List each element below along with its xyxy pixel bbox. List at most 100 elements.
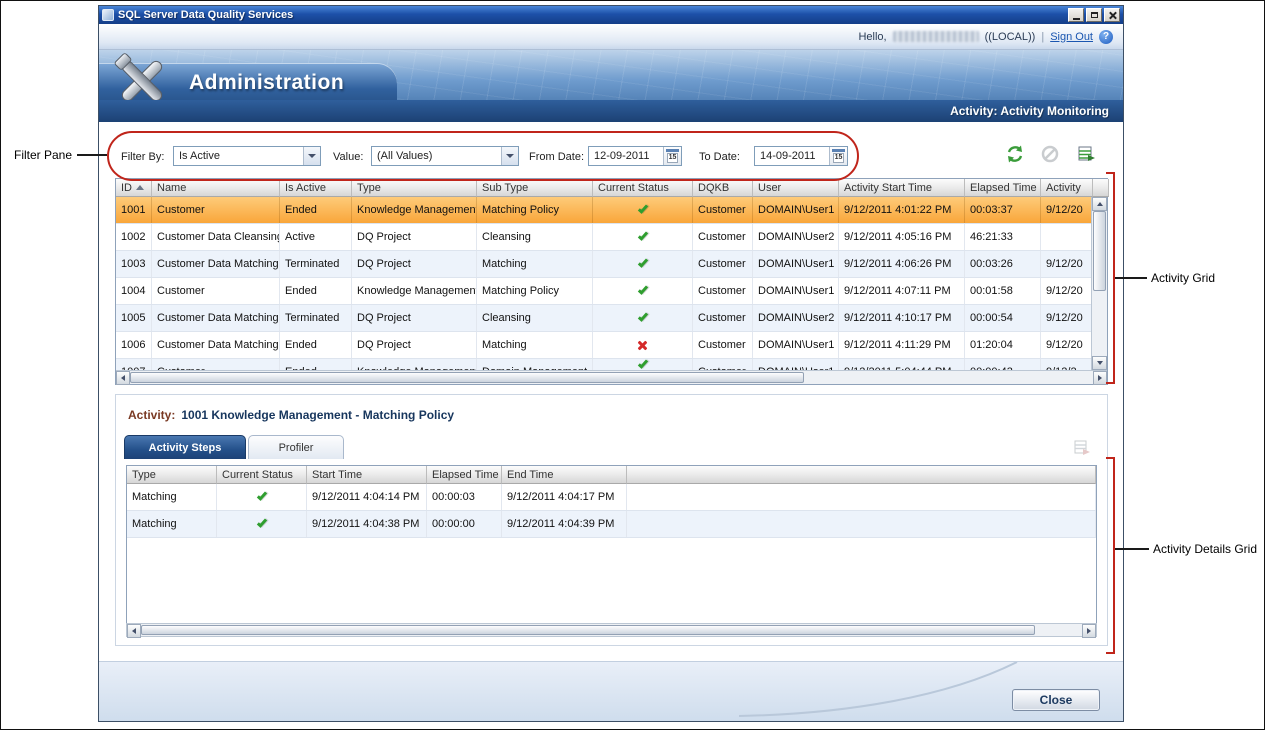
column-header-elapsed[interactable]: Elapsed Time [965,179,1041,197]
activity-grid-horizontal-scrollbar[interactable] [116,370,1107,384]
help-icon[interactable]: ? [1099,30,1113,44]
column-header-dqkb[interactable]: DQKB [693,179,753,197]
close-button[interactable]: Close [1012,689,1100,711]
column-header-label: Current Status [222,469,293,481]
from-date-field[interactable]: 12-09-2011 15 [588,146,682,166]
cell-type: Knowledge Management [352,278,477,304]
hello-label: Hello, [858,31,886,43]
cell-name: Customer [152,359,280,370]
value-label: Value: [333,151,363,163]
column-header-status[interactable]: Current Status [217,466,307,484]
activity-row[interactable]: 1005Customer Data MatchingTerminatedDQ P… [116,305,1091,332]
cell-sub_type: Matching [477,251,593,277]
activity-row[interactable]: 1007CustomerEndedKnowledge ManagementDom… [116,359,1091,370]
column-header-type[interactable]: Type [127,466,217,484]
column-header-end[interactable]: Activity [1041,179,1093,197]
activity-row[interactable]: 1002Customer Data CleansingActiveDQ Proj… [116,224,1091,251]
cell-sub_type: Domain Management [477,359,593,370]
scroll-thumb[interactable] [130,372,804,383]
close-window-button[interactable] [1104,8,1120,22]
filter-by-value: Is Active [179,150,303,162]
cell-filler [627,511,1096,537]
column-header-start_time[interactable]: Start Time [307,466,427,484]
tab-activity-steps[interactable]: Activity Steps [124,435,246,459]
scroll-up-button[interactable] [1092,197,1107,211]
column-header-name[interactable]: Name [152,179,280,197]
scroll-track[interactable] [141,624,1082,636]
refresh-icon[interactable] [1004,143,1026,165]
column-header-user[interactable]: User [753,179,839,197]
export-steps-icon[interactable] [1073,439,1091,460]
cell-start_time: 9/12/2011 4:07:11 PM [839,278,965,304]
column-header-id[interactable]: ID [116,179,152,197]
activity-grid-rows: 1001CustomerEndedKnowledge ManagementMat… [116,197,1091,370]
scroll-left-button[interactable] [127,624,141,638]
cell-type: Knowledge Management [352,197,477,223]
cell-dqkb: Customer [693,224,753,250]
column-header-type[interactable]: Type [352,179,477,197]
cell-end_time: 9/12/2011 4:04:39 PM [502,511,627,537]
filter-by-dropdown[interactable]: Is Active [173,146,321,166]
status-ok-icon [256,517,266,528]
cell-type: DQ Project [352,332,477,358]
cell-status [593,305,693,331]
cell-end: 9/12/20 [1041,332,1091,358]
scroll-right-button[interactable] [1082,624,1096,638]
cell-status [217,511,307,537]
chevron-down-icon[interactable] [303,147,320,165]
sign-out-link[interactable]: Sign Out [1050,31,1093,43]
column-header-filler [627,466,1096,484]
activity-step-row[interactable]: Matching9/12/2011 4:04:14 PM00:00:039/12… [127,484,1096,511]
status-ok-icon [637,257,647,268]
column-header-elapsed[interactable]: Elapsed Time [427,466,502,484]
activity-row[interactable]: 1003Customer Data MatchingTerminatedDQ P… [116,251,1091,278]
cell-elapsed: 00:03:37 [965,197,1041,223]
cell-start_time: 9/12/2011 4:11:29 PM [839,332,965,358]
minimize-button[interactable] [1068,8,1084,22]
activity-grid-vertical-scrollbar[interactable] [1091,197,1107,370]
scroll-thumb[interactable] [1093,211,1106,291]
to-date-field[interactable]: 14-09-2011 15 [754,146,848,166]
export-icon[interactable] [1075,143,1097,165]
cell-start_time: 9/12/2011 4:06:26 PM [839,251,965,277]
value-dropdown[interactable]: (All Values) [371,146,519,166]
column-header-label: Is Active [285,182,326,194]
cell-elapsed: 00:00:43 [965,359,1041,370]
cell-id: 1001 [116,197,152,223]
cell-dqkb: Customer [693,305,753,331]
scroll-right-button[interactable] [1093,371,1107,385]
cell-status [217,484,307,510]
activity-row[interactable]: 1006Customer Data MatchingEndedDQ Projec… [116,332,1091,359]
content-panel: Filter By: Is Active Value: (All Values)… [99,122,1123,662]
filter-by-label: Filter By: [121,151,164,163]
scroll-down-button[interactable] [1092,356,1107,370]
calendar-icon[interactable]: 15 [663,147,681,165]
restore-button[interactable] [1086,8,1102,22]
banner: Administration Activity: Activity Monito… [99,50,1123,122]
cell-id: 1003 [116,251,152,277]
cell-type: DQ Project [352,251,477,277]
column-header-end_time[interactable]: End Time [502,466,627,484]
activity-row[interactable]: 1001CustomerEndedKnowledge ManagementMat… [116,197,1091,224]
cell-dqkb: Customer [693,332,753,358]
scroll-thumb[interactable] [141,625,1035,635]
app-window: SQL Server Data Quality Services Hello, … [98,5,1124,722]
activity-row[interactable]: 1004CustomerEndedKnowledge ManagementMat… [116,278,1091,305]
cell-id: 1007 [116,359,152,370]
scroll-track[interactable] [130,371,1093,384]
chevron-down-icon[interactable] [501,147,518,165]
column-header-is_active[interactable]: Is Active [280,179,352,197]
column-header-start_time[interactable]: Activity Start Time [839,179,965,197]
scroll-left-button[interactable] [116,371,130,385]
cell-status [593,359,693,370]
column-header-sub_type[interactable]: Sub Type [477,179,593,197]
cell-start_time: 9/12/2011 5:04:44 PM [839,359,965,370]
column-header-status[interactable]: Current Status [593,179,693,197]
terminate-activity-icon[interactable] [1039,143,1061,165]
tab-profiler[interactable]: Profiler [248,435,344,459]
calendar-icon[interactable]: 15 [829,147,847,165]
activity-step-row[interactable]: Matching9/12/2011 4:04:38 PM00:00:009/12… [127,511,1096,538]
scroll-track[interactable] [1092,211,1107,356]
cell-user: DOMAIN\User1 [753,359,839,370]
details-horizontal-scrollbar[interactable] [126,623,1097,637]
